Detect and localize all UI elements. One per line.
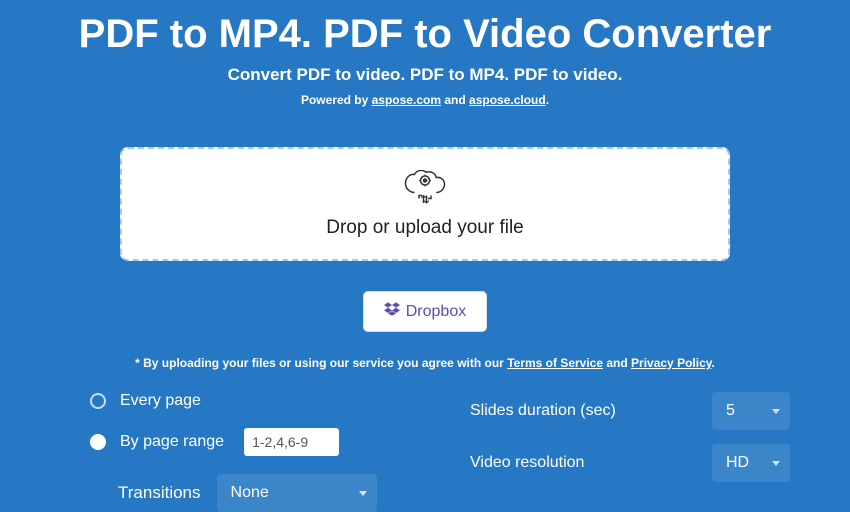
privacy-policy-link[interactable]: Privacy Policy [631,356,712,370]
aspose-cloud-link[interactable]: aspose.cloud [469,93,546,107]
file-dropzone[interactable]: Drop or upload your file [120,147,730,261]
slides-duration-select[interactable]: 5 [712,392,790,430]
every-page-label: Every page [120,392,201,410]
upload-cloud-gear-icon [402,170,448,211]
transitions-label: Transitions [118,483,201,503]
video-resolution-select[interactable]: HD [712,444,790,482]
slides-duration-label: Slides duration (sec) [470,402,616,420]
disclaimer-prefix: * By uploading your files or using our s… [135,356,507,370]
slides-duration-value: 5 [726,402,735,420]
dropzone-text: Drop or upload your file [326,217,524,239]
video-resolution-value: HD [726,454,749,472]
every-page-radio[interactable] [90,393,106,409]
disclaimer-line: * By uploading your files or using our s… [0,356,850,370]
dropbox-icon [384,302,400,321]
dropbox-button-label: Dropbox [406,303,466,321]
powered-suffix: . [546,93,549,107]
by-page-range-label: By page range [120,433,224,451]
video-resolution-label: Video resolution [470,454,584,472]
powered-and: and [441,93,469,107]
terms-of-service-link[interactable]: Terms of Service [507,356,603,370]
disclaimer-and: and [603,356,631,370]
chevron-down-icon [772,461,780,466]
transitions-select[interactable]: None [217,474,377,512]
chevron-down-icon [359,491,367,496]
powered-by-line: Powered by aspose.com and aspose.cloud. [0,93,850,107]
page-title: PDF to MP4. PDF to Video Converter [0,0,850,61]
page-range-input[interactable] [244,428,339,456]
powered-prefix: Powered by [301,93,372,107]
page-subtitle: Convert PDF to video. PDF to MP4. PDF to… [0,65,850,85]
chevron-down-icon [772,409,780,414]
aspose-com-link[interactable]: aspose.com [372,93,441,107]
by-page-range-radio[interactable] [90,434,106,450]
disclaimer-suffix: . [712,356,715,370]
transitions-select-value: None [231,484,269,502]
dropbox-button[interactable]: Dropbox [363,291,487,332]
